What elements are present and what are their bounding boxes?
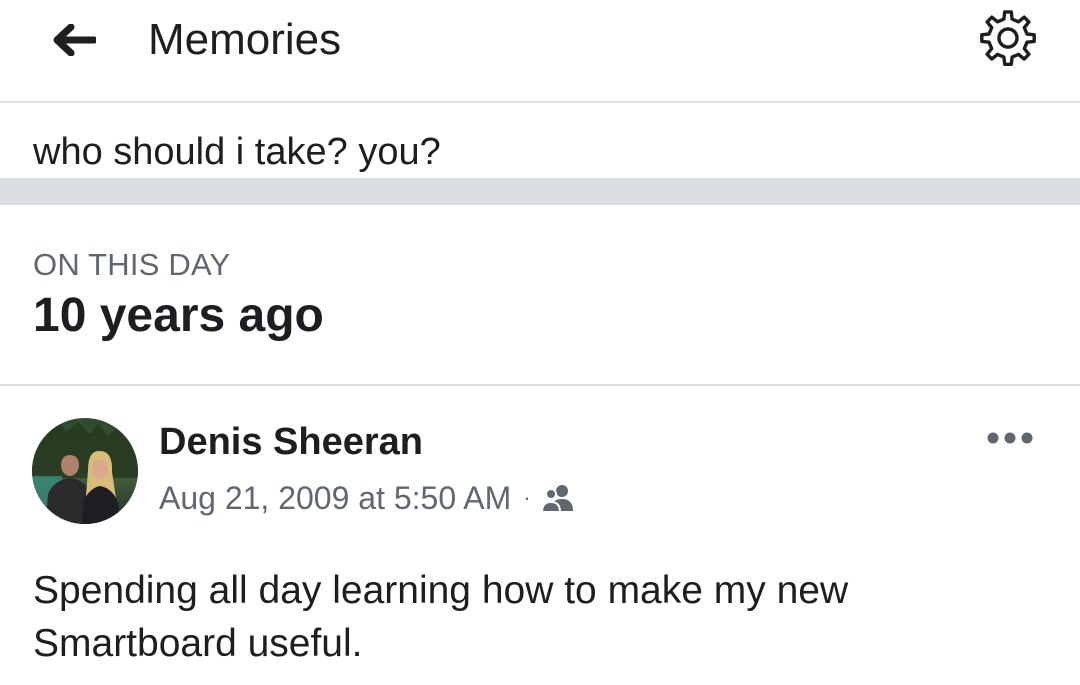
friends-icon[interactable] [540, 483, 575, 513]
meta-separator: · [523, 485, 531, 510]
post-meta: Aug 21, 2009 at 5:50 AM · [159, 476, 575, 520]
post-timestamp[interactable]: Aug 21, 2009 at 5:50 AM [159, 480, 511, 517]
page-title: Memories [148, 15, 342, 64]
profile-photo [32, 418, 138, 524]
back-arrow-icon [53, 24, 96, 56]
top-bar: Memories [0, 0, 1080, 103]
gear-icon [980, 10, 1036, 66]
previous-post-text: who should i take? you? [33, 131, 441, 173]
back-button[interactable] [44, 12, 104, 68]
on-this-day-label: ON THIS DAY [33, 247, 231, 282]
post-body-text: Spending all day learning how to make my… [33, 569, 849, 665]
avatar[interactable] [32, 418, 138, 524]
more-options-icon [987, 432, 1033, 444]
more-options-button[interactable] [980, 420, 1040, 456]
post-author-name[interactable]: Denis Sheeran [159, 419, 423, 465]
settings-button[interactable] [972, 2, 1044, 74]
years-ago-heading: 10 years ago [33, 289, 324, 342]
section-divider [0, 178, 1080, 205]
divider [0, 384, 1080, 386]
